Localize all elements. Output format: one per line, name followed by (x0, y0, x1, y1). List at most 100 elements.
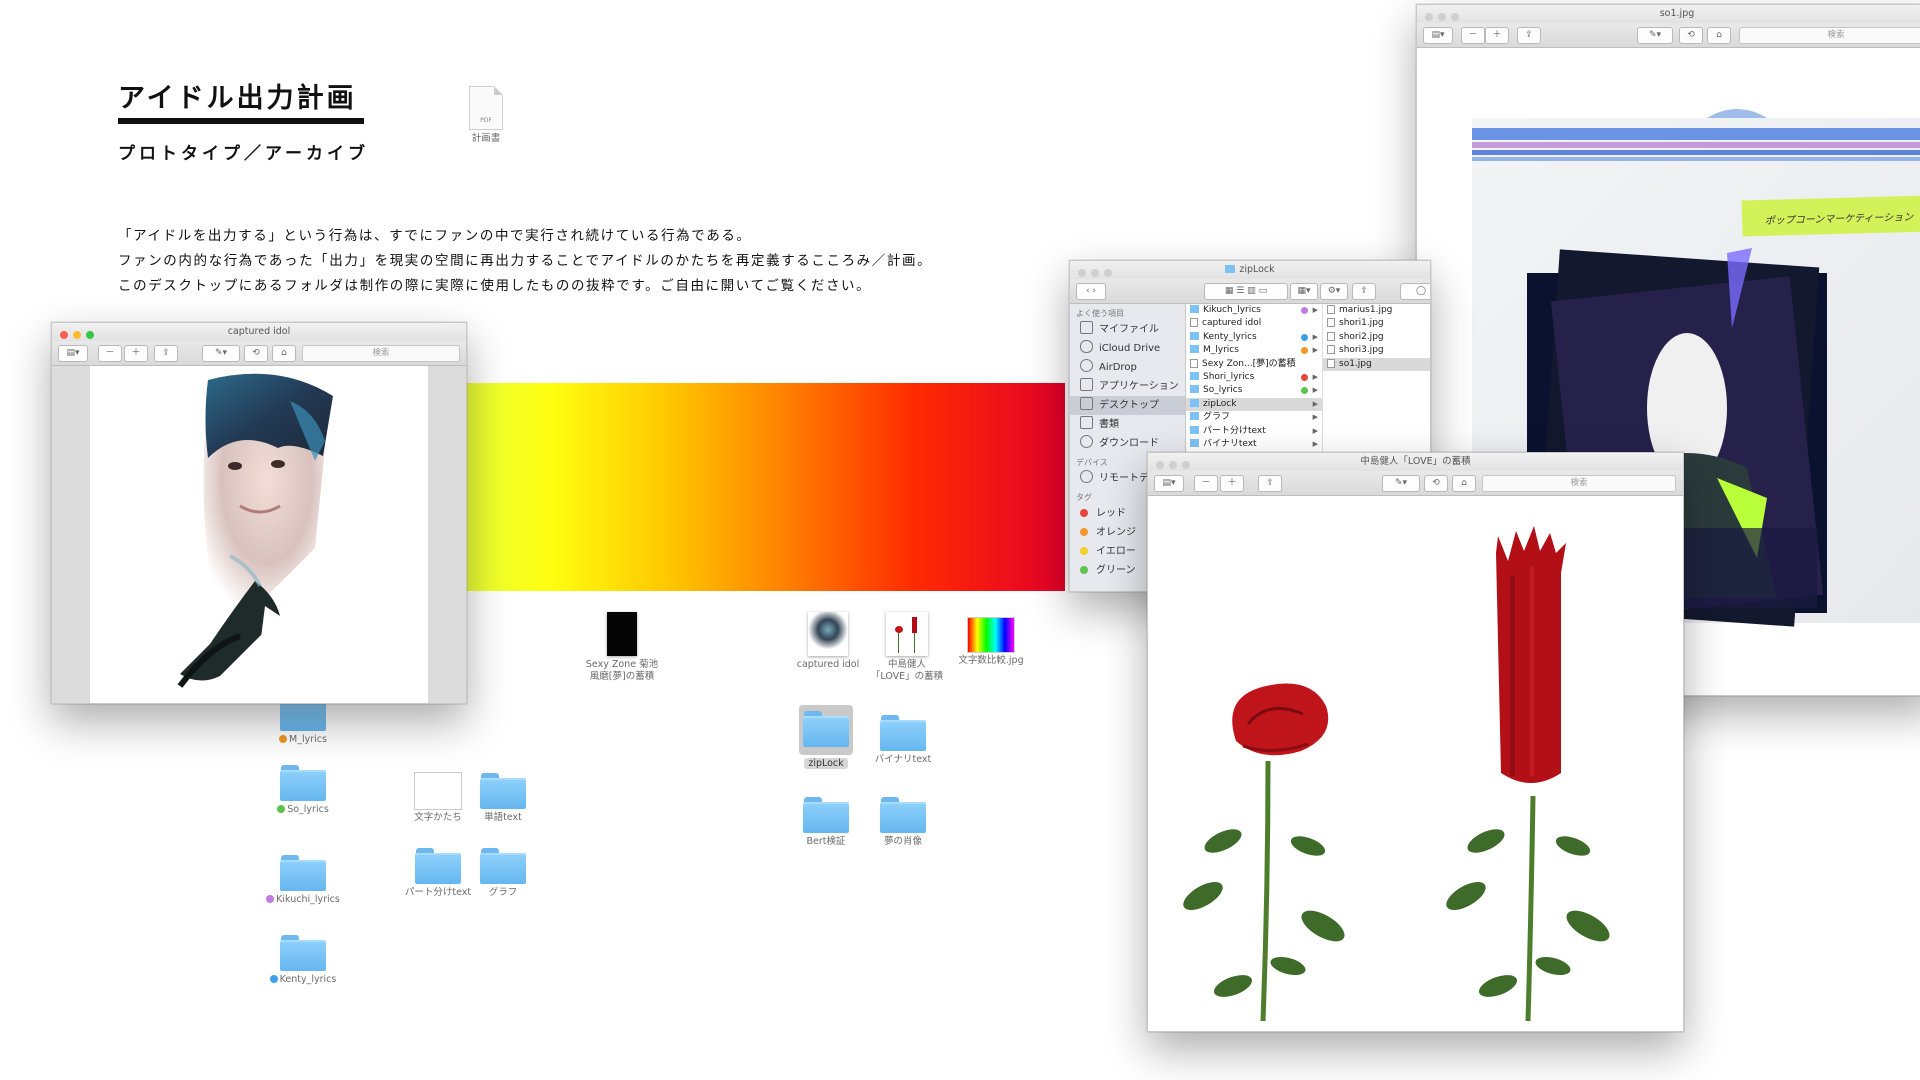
close-button[interactable] (1425, 13, 1433, 21)
search-field[interactable]: 検索 (1482, 475, 1676, 492)
desktop-folder-binary-text[interactable]: バイナリtext (848, 715, 958, 766)
list-item[interactable]: M_lyrics ▶ (1186, 344, 1322, 357)
action-gear-button[interactable]: ⚙▾ (1320, 283, 1348, 300)
finder-toolbar: ‹ › ▦ ☰ ▥ ▭ ▦▾ ⚙▾ ⇪ ◯ (1070, 279, 1430, 304)
list-item[interactable]: Sexy Zon...[夢]の蓄積 (1186, 358, 1322, 371)
list-item[interactable]: shori3.jpg (1323, 344, 1430, 357)
zoom-button[interactable] (1104, 269, 1112, 277)
desktop-folder-kenty-lyrics[interactable]: Kenty_lyrics (248, 935, 358, 986)
list-item-selected[interactable]: so1.jpg (1323, 357, 1430, 371)
sidebar-toggle-button[interactable]: ▤▾ (58, 345, 88, 362)
window-titlebar[interactable]: so1.jpg (1417, 5, 1920, 23)
desktop-icon-label: 夢の肖像 (883, 836, 922, 847)
back-forward-button[interactable]: ‹ › (1076, 283, 1106, 300)
tag-dot (1301, 307, 1308, 314)
chevron-right-icon: ▶ (1312, 306, 1318, 314)
chevron-right-icon: ▶ (1312, 413, 1318, 422)
list-item[interactable]: marius1.jpg (1323, 304, 1430, 317)
zoom-in-button[interactable]: ＋ (1220, 475, 1244, 492)
desktop-icon-label: So_lyrics (287, 804, 329, 815)
rotate-button[interactable]: ⟲ (1424, 475, 1448, 492)
share-button[interactable]: ⇪ (1258, 475, 1282, 492)
zoom-out-button[interactable]: － (98, 345, 122, 362)
sidebar-item-documents[interactable]: 書類 (1070, 415, 1185, 434)
close-button[interactable] (60, 331, 68, 339)
sidebar-item-myfiles[interactable]: マイファイル (1070, 320, 1185, 339)
desktop-file-kikuchi-yume[interactable]: Sexy Zone 菊池 風磨[夢]の蓄積 (567, 612, 677, 683)
desktop-icon-label: Kenty_lyrics (279, 974, 337, 985)
minimize-button[interactable] (1091, 269, 1099, 277)
desktop-folder-kikuchi-lyrics[interactable]: Kikuchi_lyrics (248, 855, 358, 906)
desktop-folder-graph[interactable]: グラフ (448, 848, 558, 899)
title-underline (118, 118, 364, 124)
preview-window-love[interactable]: 中島健人「LOVE」の蓄積 ▤▾ － ＋ ⇪ ✎▾ ⟲ ⌂ 検索 (1147, 452, 1684, 1032)
sidebar-toggle-button[interactable]: ▤▾ (1154, 475, 1184, 492)
minimize-button[interactable] (1169, 461, 1177, 469)
window-titlebar[interactable]: 中島健人「LOVE」の蓄積 (1148, 453, 1683, 471)
toolbox-button[interactable]: ⌂ (1452, 475, 1476, 492)
zoom-button[interactable] (1451, 13, 1459, 21)
close-button[interactable] (1078, 269, 1086, 277)
zoom-in-button[interactable]: ＋ (1485, 27, 1509, 44)
list-item-selected[interactable]: zipLock ▶ (1186, 397, 1322, 412)
desktop-file-mojisu-hikaku[interactable]: 文字数比較.jpg (936, 618, 1046, 667)
folder-icon (280, 765, 326, 801)
desktop-icon-label: バイナリtext (874, 754, 932, 765)
markup-button[interactable]: ✎▾ (202, 345, 240, 362)
zoom-out-button[interactable]: － (1461, 27, 1485, 44)
zoom-button[interactable] (86, 331, 94, 339)
list-item[interactable]: バイナリtext ▶ (1186, 438, 1322, 451)
tag-button[interactable]: ◯ (1400, 283, 1430, 300)
tag-dot (277, 805, 286, 813)
list-item[interactable]: パート分けtext ▶ (1186, 425, 1322, 438)
desktop-icon-label: 単語text (484, 812, 522, 823)
share-button[interactable]: ⇪ (154, 345, 178, 362)
list-item[interactable]: So_lyrics ▶ (1186, 384, 1322, 397)
folder-icon (1190, 371, 1199, 380)
tag-dot (269, 975, 278, 983)
zoom-button[interactable] (1182, 461, 1190, 469)
desktop-pdf-keikakusho[interactable]: PDF 計画書 (431, 86, 541, 145)
close-button[interactable] (1156, 461, 1164, 469)
rotate-button[interactable]: ⟲ (1679, 27, 1703, 44)
sidebar-item-icloud[interactable]: iCloud Drive (1070, 339, 1185, 358)
list-item[interactable]: shori2.jpg (1323, 331, 1430, 344)
sidebar-toggle-button[interactable]: ▤▾ (1423, 27, 1453, 44)
file-icon (1190, 358, 1198, 368)
sidebar-item-airdrop[interactable]: AirDrop (1070, 358, 1185, 377)
search-field[interactable]: 検索 (1739, 27, 1920, 44)
list-item[interactable]: shori1.jpg (1323, 317, 1430, 330)
zoom-in-button[interactable]: ＋ (124, 345, 148, 362)
zoom-out-button[interactable]: － (1194, 475, 1218, 492)
markup-button[interactable]: ✎▾ (1382, 475, 1420, 492)
list-item[interactable]: captured idol (1186, 317, 1322, 330)
arrange-button[interactable]: ▦▾ (1290, 283, 1318, 300)
pdf-file-icon: PDF (469, 86, 503, 130)
list-item[interactable]: Kikuch_lyrics ▶ (1186, 304, 1322, 317)
minimize-button[interactable] (73, 331, 81, 339)
list-item[interactable]: Kenty_lyrics ▶ (1186, 331, 1322, 344)
share-button[interactable]: ⇪ (1517, 27, 1541, 44)
search-field[interactable]: 検索 (302, 345, 460, 362)
minimize-button[interactable] (1438, 13, 1446, 21)
desktop-folder-tango-text[interactable]: 単語text (448, 773, 558, 824)
desktop-folder-yume-shozo[interactable]: 夢の肖像 (848, 797, 958, 848)
markup-button[interactable]: ✎▾ (1637, 27, 1673, 44)
window-title: 中島健人「LOVE」の蓄積 (1360, 456, 1471, 467)
toolbox-button[interactable]: ⌂ (272, 345, 296, 362)
sidebar-item-applications[interactable]: アプリケーション (1070, 377, 1185, 396)
window-titlebar[interactable]: captured idol (52, 323, 466, 341)
list-item[interactable]: グラフ ▶ (1186, 411, 1322, 424)
toolbox-button[interactable]: ⌂ (1707, 27, 1731, 44)
rotate-button[interactable]: ⟲ (244, 345, 268, 362)
tag-dot (1080, 566, 1088, 574)
preview-window-captured-idol[interactable]: captured idol ▤▾ － ＋ ⇪ ✎▾ ⟲ ⌂ 検索 (51, 322, 467, 704)
view-mode-segmented[interactable]: ▦ ☰ ▥ ▭ (1204, 283, 1288, 300)
window-title: captured idol (227, 326, 291, 337)
share-button[interactable]: ⇪ (1352, 283, 1376, 300)
desktop-folder-so-lyrics[interactable]: So_lyrics (248, 765, 358, 816)
list-item[interactable]: Shori_lyrics ▶ (1186, 371, 1322, 384)
sidebar-item-downloads[interactable]: ダウンロード (1070, 434, 1185, 453)
window-titlebar[interactable]: zipLock (1070, 261, 1430, 279)
sidebar-item-desktop[interactable]: デスクトップ (1070, 396, 1185, 415)
